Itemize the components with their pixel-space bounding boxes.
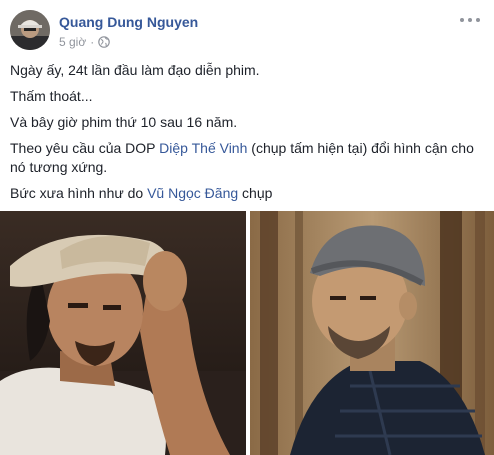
post-meta: 5 giờ · — [59, 35, 111, 49]
post-line: Theo yêu cầu của DOP Diệp Thế Vinh (chụp… — [10, 139, 480, 177]
recent-portrait-photo[interactable] — [250, 211, 494, 455]
avatar-image — [10, 10, 50, 50]
post-line: Ngày ấy, 24t lần đầu làm đạo diễn phim. — [10, 62, 260, 78]
post-line: Thấm thoát... — [10, 88, 93, 104]
author-name[interactable]: Quang Dung Nguyen — [59, 14, 198, 30]
post-line: Bức xưa hình như do Vũ Ngọc Đãng chụp — [10, 184, 480, 203]
ellipsis-icon[interactable] — [460, 14, 480, 26]
ellipsis-dot — [476, 18, 480, 22]
old-portrait-photo[interactable] — [0, 211, 246, 455]
facebook-post: Quang Dung Nguyen 5 giờ · Ngày ấy, 24t l… — [0, 0, 494, 455]
ellipsis-dot — [460, 18, 464, 22]
line-text: Theo yêu cầu của DOP — [10, 140, 160, 156]
line-text: Bức xưa hình như do — [10, 185, 148, 201]
ellipsis-dot — [468, 18, 472, 22]
avatar[interactable] — [10, 10, 50, 50]
globe-icon[interactable] — [98, 36, 111, 48]
post-header: Quang Dung Nguyen 5 giờ · — [10, 10, 484, 54]
tagged-person-link[interactable]: Diệp Thế Vinh — [159, 140, 247, 156]
line-text: chụp — [238, 185, 273, 201]
post-text: Ngày ấy, 24t lần đầu làm đạo diễn phim. … — [10, 61, 480, 210]
meta-separator: · — [90, 35, 95, 49]
post-timestamp[interactable]: 5 giờ — [59, 35, 86, 49]
post-line: Và bây giờ phim thứ 10 sau 16 năm. — [10, 114, 238, 130]
tagged-person-link[interactable]: Vũ Ngọc Đãng — [147, 185, 238, 201]
